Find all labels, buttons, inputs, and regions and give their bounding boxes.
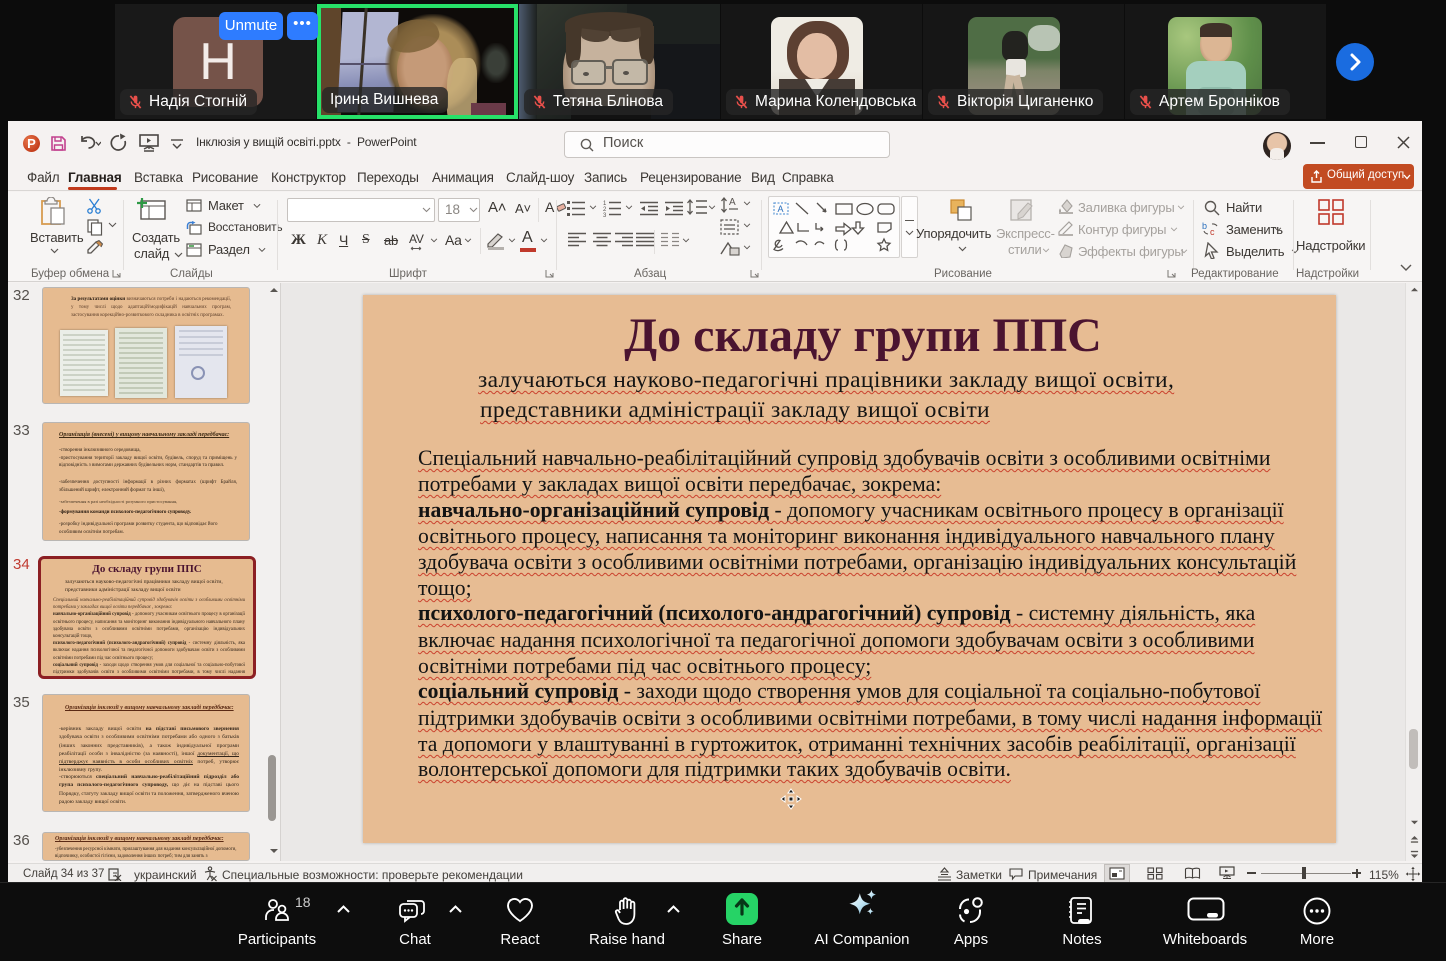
svg-text:c: c — [1210, 227, 1215, 237]
svg-text:3: 3 — [603, 213, 607, 217]
svg-text:b: b — [1202, 221, 1207, 231]
svg-text:А: А — [778, 204, 784, 214]
svg-text:A: A — [729, 197, 736, 208]
